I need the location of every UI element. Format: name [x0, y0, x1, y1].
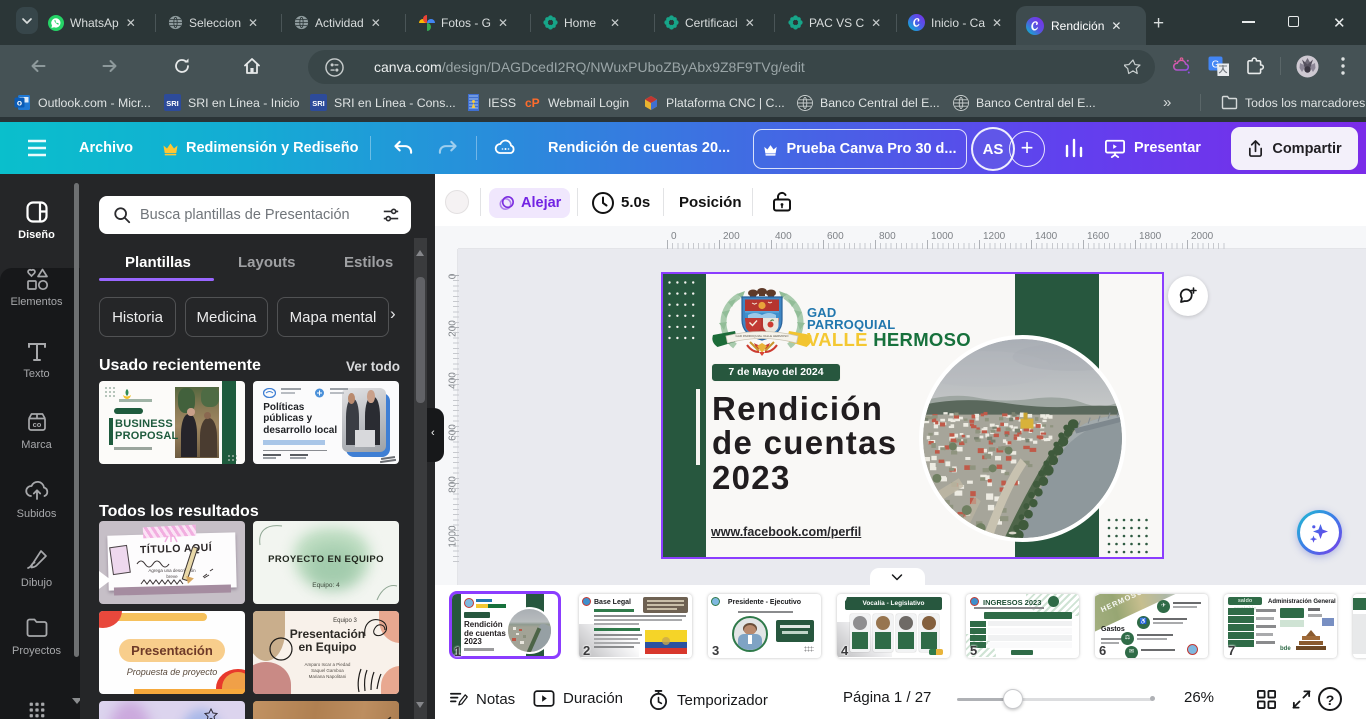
svg-text:cP: cP — [525, 96, 540, 110]
svg-text:SRI: SRI — [312, 99, 325, 108]
svg-text:GAD PARROQUIAL VALLE HERMOSO: GAD PARROQUIAL VALLE HERMOSO — [736, 334, 790, 338]
svg-text:SRI: SRI — [166, 99, 179, 108]
svg-text:co: co — [32, 420, 41, 429]
svg-text:o: o — [17, 97, 22, 107]
